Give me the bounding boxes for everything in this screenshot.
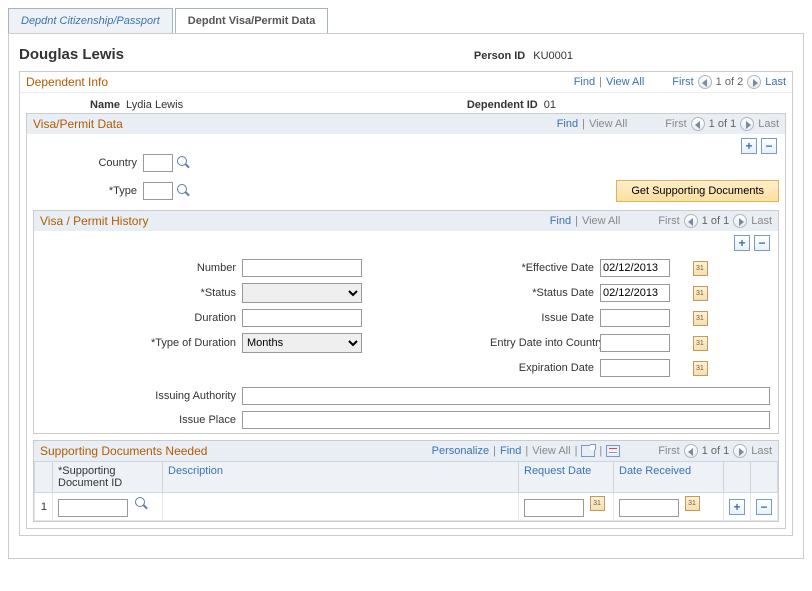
type-input[interactable]	[143, 182, 173, 200]
hist-next-icon[interactable]	[733, 214, 747, 228]
type-label: Type	[33, 185, 143, 197]
sup-prev-icon[interactable]	[684, 444, 698, 458]
exp-date-label: Expiration Date	[490, 362, 600, 374]
status-date-input[interactable]	[600, 284, 670, 302]
vp-first: First	[665, 118, 686, 130]
number-input[interactable]	[242, 259, 362, 277]
table-row: 1	[35, 493, 778, 521]
depinfo-viewall-link[interactable]: View All	[606, 76, 644, 88]
sup-pos: 1 of 1	[702, 445, 730, 457]
hist-viewall: View All	[582, 215, 620, 227]
col-desc[interactable]: Description	[163, 462, 519, 493]
get-supporting-docs-button[interactable]: Get Supporting Documents	[616, 180, 779, 202]
eff-date-input[interactable]	[600, 259, 670, 277]
issue-date-label: Issue Date	[490, 312, 600, 324]
person-id-label: Person ID	[474, 50, 525, 62]
duration-label: Duration	[42, 312, 242, 324]
eff-date-cal-icon[interactable]	[693, 261, 708, 276]
hist-find-link[interactable]: Find	[550, 215, 571, 227]
desc-cell	[163, 493, 519, 521]
depinfo-first-link[interactable]: First	[672, 76, 693, 88]
vp-del-row-icon[interactable]: −	[761, 138, 777, 154]
date-recv-input[interactable]	[619, 499, 679, 517]
hist-prev-icon[interactable]	[684, 214, 698, 228]
type-dur-select[interactable]: Months	[242, 333, 362, 353]
vp-next-icon[interactable]	[740, 117, 754, 131]
tab-visa-permit[interactable]: Depdnt Visa/Permit Data	[175, 8, 329, 33]
col-req-date[interactable]: Request Date	[519, 462, 614, 493]
zoom-icon[interactable]	[581, 445, 595, 457]
entry-date-cal-icon[interactable]	[693, 336, 708, 351]
sup-del-row-icon[interactable]: −	[756, 499, 772, 515]
supporting-title: Supporting Documents Needed	[40, 444, 207, 458]
issue-date-input[interactable]	[600, 309, 670, 327]
status-date-cal-icon[interactable]	[693, 286, 708, 301]
req-date-cal-icon[interactable]	[590, 496, 605, 511]
history-title: Visa / Permit History	[40, 214, 148, 228]
status-select[interactable]	[242, 283, 362, 303]
dep-id-value: 01	[544, 99, 556, 111]
person-name: Douglas Lewis	[19, 46, 124, 63]
depinfo-prev-icon[interactable]	[698, 75, 712, 89]
number-label: Number	[42, 262, 242, 274]
hist-last: Last	[751, 215, 772, 227]
depinfo-find-link[interactable]: Find	[574, 76, 595, 88]
hist-del-row-icon[interactable]: −	[754, 235, 770, 251]
sup-first: First	[658, 445, 679, 457]
vp-prev-icon[interactable]	[691, 117, 705, 131]
country-lookup-icon[interactable]	[177, 156, 191, 170]
visa-permit-title: Visa/Permit Data	[33, 117, 123, 131]
country-input[interactable]	[143, 154, 173, 172]
doc-id-lookup-icon[interactable]	[135, 497, 149, 511]
tab-citizenship[interactable]: Depdnt Citizenship/Passport	[8, 8, 173, 33]
status-date-label: Status Date	[490, 287, 600, 299]
vp-find-link[interactable]: Find	[557, 118, 578, 130]
vp-add-row-icon[interactable]: +	[741, 138, 757, 154]
status-label: Status	[42, 287, 242, 299]
date-recv-cal-icon[interactable]	[685, 496, 700, 511]
sup-next-icon[interactable]	[733, 444, 747, 458]
req-date-input[interactable]	[524, 499, 584, 517]
issue-date-cal-icon[interactable]	[693, 311, 708, 326]
hist-first: First	[658, 215, 679, 227]
col-doc-id[interactable]: *Supporting Document ID	[53, 462, 163, 493]
sup-viewall: View All	[532, 445, 570, 457]
depinfo-next-icon[interactable]	[747, 75, 761, 89]
depinfo-last-link[interactable]: Last	[765, 76, 786, 88]
duration-input[interactable]	[242, 309, 362, 327]
issue-place-input[interactable]	[242, 411, 770, 429]
entry-date-input[interactable]	[600, 334, 670, 352]
doc-id-input[interactable]	[58, 499, 128, 517]
dep-id-label: Dependent ID	[467, 99, 544, 111]
issuing-auth-label: Issuing Authority	[42, 390, 242, 402]
depinfo-pos: 1 of 2	[716, 76, 744, 88]
person-id-value: KU0001	[533, 50, 573, 62]
type-dur-label: Type of Duration	[42, 337, 242, 349]
sup-find-link[interactable]: Find	[500, 445, 521, 457]
sup-last: Last	[751, 445, 772, 457]
download-icon[interactable]	[606, 445, 620, 457]
vp-last: Last	[758, 118, 779, 130]
entry-date-label: Entry Date into Country	[490, 337, 600, 349]
dependent-info-title: Dependent Info	[26, 75, 108, 89]
hist-add-row-icon[interactable]: +	[734, 235, 750, 251]
type-lookup-icon[interactable]	[177, 184, 191, 198]
col-date-recv[interactable]: Date Received	[614, 462, 724, 493]
sup-add-row-icon[interactable]: +	[729, 499, 745, 515]
country-label: Country	[33, 157, 143, 169]
hist-pos: 1 of 1	[702, 215, 730, 227]
vp-viewall: View All	[589, 118, 627, 130]
exp-date-cal-icon[interactable]	[693, 361, 708, 376]
issue-place-label: Issue Place	[42, 414, 242, 426]
row-num: 1	[35, 493, 53, 521]
sup-personalize-link[interactable]: Personalize	[432, 445, 489, 457]
issuing-auth-input[interactable]	[242, 387, 770, 405]
exp-date-input[interactable]	[600, 359, 670, 377]
eff-date-label: Effective Date	[490, 262, 600, 274]
vp-pos: 1 of 1	[709, 118, 737, 130]
dep-name-value: Lydia Lewis	[126, 99, 183, 111]
dep-name-label: Name	[26, 99, 126, 111]
